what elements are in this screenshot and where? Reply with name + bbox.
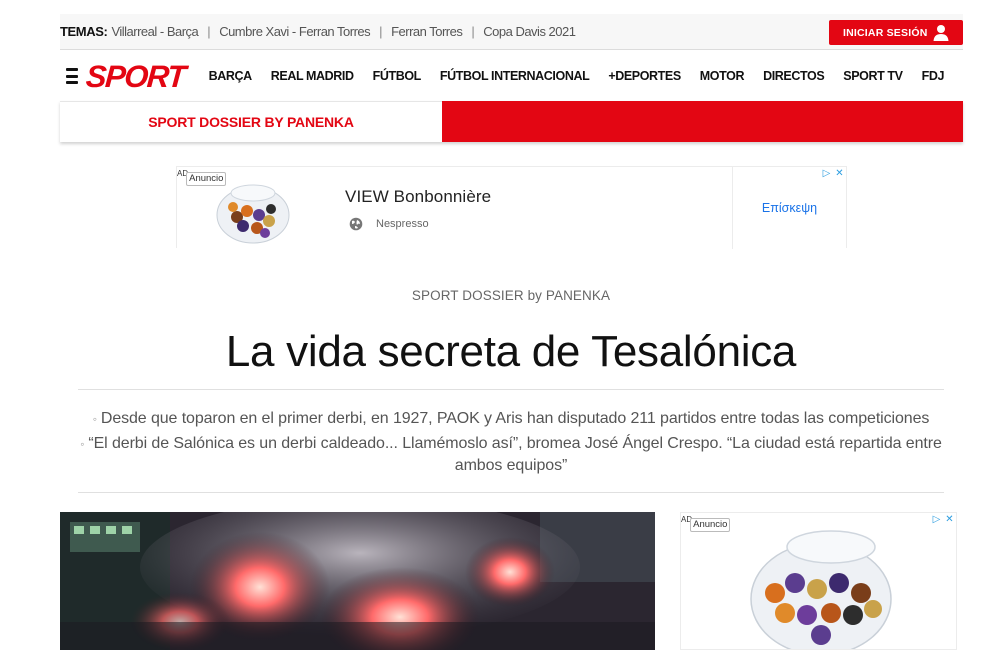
capsule-jar-image (216, 184, 290, 244)
ad-tag: AD Anuncio (681, 515, 731, 532)
sport-logo[interactable]: SPORT (85, 59, 186, 94)
topics-list: Villarreal - Barça | Cumbre Xavi - Ferra… (111, 24, 576, 39)
top-advertisement[interactable]: AD Anuncio VIEW Bonbonnière Nespresso Επ… (176, 166, 847, 249)
bullet-icon: ◦ (80, 437, 85, 451)
capsule-jar-image (750, 530, 892, 649)
login-button[interactable]: INICIAR SESIÓN (829, 20, 963, 45)
user-icon (933, 25, 949, 41)
ad-source: Nespresso (349, 217, 429, 231)
article-main-image[interactable] (60, 512, 655, 650)
topic-link[interactable]: Cumbre Xavi - Ferran Torres (219, 24, 370, 39)
adchoices-icon[interactable]: ▷ (820, 167, 833, 180)
ad-source-name: Nespresso (376, 218, 429, 230)
nav-item-mas-deportes[interactable]: +DEPORTES (608, 69, 681, 83)
ad-title[interactable]: VIEW Bonbonnière (345, 187, 491, 207)
nav-item-motor[interactable]: MOTOR (700, 69, 745, 83)
close-icon[interactable]: ✕ (943, 513, 956, 526)
globe-icon (349, 217, 363, 231)
bullet-icon: ◦ (92, 412, 97, 426)
nav-items: BARÇA REAL MADRID FÚTBOL FÚTBOL INTERNAC… (209, 69, 963, 83)
topic-separator: | (379, 24, 383, 39)
summary-item: ◦ “El derbi de Salónica es un derbi calde… (80, 435, 942, 474)
login-button-label: INICIAR SESIÓN (843, 26, 928, 39)
topic-link[interactable]: Villarreal - Barça (111, 24, 198, 39)
divider (78, 389, 944, 390)
main-navigation: SPORT BARÇA REAL MADRID FÚTBOL FÚTBOL IN… (60, 51, 963, 101)
topic-link[interactable]: Copa Davis 2021 (483, 24, 576, 39)
dossier-banner-red-band (442, 101, 963, 142)
nav-item-futbol[interactable]: FÚTBOL (373, 69, 422, 83)
topic-separator: | (471, 24, 475, 39)
derby-crowd-flares-image (60, 512, 655, 650)
menu-icon[interactable] (66, 68, 78, 84)
dossier-banner-label[interactable]: SPORT DOSSIER BY PANENKA (60, 101, 442, 142)
ad-choices: ▷ ✕ (930, 513, 956, 526)
divider (78, 492, 944, 493)
sidebar-advertisement[interactable]: AD Anuncio ▷ ✕ (680, 512, 957, 650)
summary-item: ◦ Desde que toparon en el primer derbi, e… (92, 410, 930, 427)
topics-bar: TEMAS: Villarreal - Barça | Cumbre Xavi … (60, 14, 963, 50)
dossier-banner: SPORT DOSSIER BY PANENKA (60, 101, 963, 142)
adchoices-icon[interactable]: ▷ (930, 513, 943, 526)
topics-label: TEMAS: (60, 24, 108, 39)
article-headline: La vida secreta de Tesalónica (225, 327, 797, 376)
nav-item-futbol-internacional[interactable]: FÚTBOL INTERNACIONAL (440, 69, 590, 83)
nav-item-sport-tv[interactable]: SPORT TV (843, 69, 903, 83)
topic-link[interactable]: Ferran Torres (391, 24, 463, 39)
topic-separator: | (207, 24, 211, 39)
close-icon[interactable]: ✕ (833, 167, 846, 180)
nav-item-real-madrid[interactable]: REAL MADRID (271, 69, 354, 83)
article-kicker[interactable]: SPORT DOSSIER by PANENKA (0, 288, 1000, 303)
ad-choices: ▷ ✕ (820, 167, 846, 180)
nav-item-barca[interactable]: BARÇA (209, 69, 253, 83)
nav-item-directos[interactable]: DIRECTOS (763, 69, 825, 83)
nav-item-fdj[interactable]: FDJ (922, 69, 945, 83)
article-summary: ◦ Desde que toparon en el primer derbi, e… (78, 408, 944, 479)
ad-visit-link[interactable]: Επίσκεψη (762, 201, 817, 215)
